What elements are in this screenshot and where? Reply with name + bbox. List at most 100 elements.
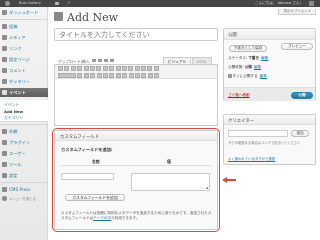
dashboard-icon <box>2 10 7 15</box>
comments-icon[interactable] <box>55 1 59 5</box>
publish-button[interactable]: 公開 <box>291 91 313 99</box>
post-title-input[interactable] <box>55 29 217 40</box>
sidebar-item-pages[interactable]: 固定ページ <box>0 55 48 64</box>
admin-bar: Rust Gallery + こんにちは、 takuma さん！ <box>0 0 320 7</box>
collapse-menu[interactable]: メニューを閉じる <box>0 194 48 203</box>
add-media-icon[interactable] <box>110 58 114 62</box>
fullscreen-icon[interactable] <box>141 66 147 71</box>
extra-icon[interactable] <box>153 66 159 71</box>
strikethrough-icon[interactable] <box>70 66 76 71</box>
wordpress-logo-icon[interactable] <box>5 1 10 6</box>
bullet-list-icon[interactable] <box>77 66 83 71</box>
remove-format-icon[interactable] <box>109 72 115 78</box>
sidebar-item-dashboard[interactable]: ダッシュボード <box>0 8 48 17</box>
menu-separator <box>0 124 48 125</box>
numbered-list-icon[interactable] <box>83 66 89 71</box>
sidebar-item-settings[interactable]: 設定 <box>0 171 48 180</box>
event-icon <box>2 90 7 95</box>
sidebar-item-comments[interactable]: コメント <box>0 66 48 75</box>
pin-icon <box>2 24 7 29</box>
schedule-row: すぐに公開する 編集 <box>228 74 267 79</box>
tab-html[interactable]: HTML <box>192 57 212 64</box>
help-icon[interactable] <box>154 72 160 78</box>
link-icon[interactable] <box>115 66 121 71</box>
creator-title: クリエイター <box>228 118 255 124</box>
page-icon <box>2 57 7 62</box>
post-content-editor[interactable] <box>54 64 218 126</box>
sidebar-item-label: 設定 <box>9 173 18 178</box>
bold-icon[interactable] <box>58 66 63 71</box>
events-submenu: イベント Add New カテゴリー <box>0 100 48 122</box>
menu-separator <box>0 19 48 20</box>
paste-text-icon[interactable] <box>96 72 102 78</box>
undo-icon[interactable] <box>141 72 147 78</box>
sidebar-item-plugins[interactable]: プラグイン <box>0 138 48 147</box>
sidebar-item-events[interactable]: イベント <box>0 88 48 97</box>
align-left-icon[interactable] <box>96 66 102 71</box>
format-select[interactable] <box>58 72 76 78</box>
sidebar-item-users[interactable]: ユーザー <box>0 149 48 158</box>
site-name-link[interactable]: Rust Gallery <box>19 1 41 5</box>
sidebar-item-gallery[interactable]: ギャラリー <box>0 77 48 86</box>
submenu-item-add-new[interactable]: Add New <box>4 109 23 114</box>
kitchen-sink-icon[interactable] <box>147 66 153 71</box>
blockquote-icon[interactable] <box>89 66 95 71</box>
cms-press-icon <box>2 187 7 192</box>
visibility-edit-link[interactable]: 編集 <box>254 65 261 69</box>
choose-popular-tags-link[interactable]: よく使われているタグから選択 <box>228 156 275 161</box>
unlink-icon[interactable] <box>121 66 127 71</box>
annotation-arrow-icon <box>222 177 236 183</box>
special-char-icon[interactable] <box>122 72 128 78</box>
underline-icon[interactable] <box>77 72 83 78</box>
status-edit-link[interactable]: 編集 <box>261 56 268 60</box>
users-icon <box>2 151 7 156</box>
new-content-plus-icon[interactable]: + <box>67 1 71 6</box>
add-video-icon[interactable] <box>98 58 102 62</box>
schedule-edit-link[interactable]: 編集 <box>260 74 267 78</box>
media-icon <box>2 35 7 40</box>
creator-tag-input[interactable] <box>228 130 288 137</box>
sidebar-item-cms-press[interactable]: CMS Press <box>0 185 48 194</box>
sidebar-item-label: 外観 <box>9 129 18 134</box>
justify-icon[interactable] <box>83 72 89 78</box>
spellcheck-icon[interactable] <box>134 66 140 71</box>
link-icon <box>2 46 7 51</box>
sidebar-item-appearance[interactable]: 外観 <box>0 127 48 136</box>
sidebar-item-tools[interactable]: ツール <box>0 160 48 169</box>
creator-header[interactable]: クリエイター <box>224 115 315 125</box>
text-color-icon[interactable] <box>90 72 96 78</box>
add-tag-button[interactable]: 追加 <box>291 130 309 137</box>
paste-word-icon[interactable] <box>102 72 108 78</box>
avatar[interactable] <box>309 1 314 6</box>
user-greeting[interactable]: こんにちは、 takuma さん！ <box>255 1 303 6</box>
move-to-trash-link[interactable]: ゴミ箱へ移動 <box>228 93 250 98</box>
italic-icon[interactable] <box>64 66 70 71</box>
more-tag-icon[interactable] <box>128 66 134 71</box>
menu-separator <box>0 182 48 183</box>
outdent-icon[interactable] <box>128 72 134 78</box>
preview-button[interactable]: プレビュー <box>281 43 313 50</box>
align-center-icon[interactable] <box>102 66 108 71</box>
submenu-item-category[interactable]: カテゴリー <box>4 115 23 121</box>
submenu-item-events[interactable]: イベント <box>4 102 19 108</box>
tools-icon <box>2 162 7 167</box>
publish-title: 公開 <box>228 33 237 38</box>
redo-icon[interactable] <box>147 72 153 78</box>
sidebar-item-posts[interactable]: 投稿 <box>0 22 48 31</box>
tab-visual[interactable]: ビジュアル <box>163 57 191 64</box>
indent-icon[interactable] <box>134 72 140 78</box>
add-image-icon[interactable] <box>92 58 96 62</box>
comment-icon <box>2 68 7 73</box>
align-right-icon[interactable] <box>109 66 115 71</box>
sidebar-item-links[interactable]: リンク <box>0 44 48 53</box>
screen-options-button[interactable]: 表示オプション ▾ <box>278 9 316 15</box>
visibility-row: 公開状態: 公開 編集 <box>228 65 261 70</box>
media-embed-icon[interactable] <box>115 72 121 78</box>
event-page-icon <box>54 12 63 21</box>
creator-box: クリエイター 追加 タグが複数ある場合はコンマで区切ってください よく使われてい… <box>223 114 316 165</box>
sidebar-item-label: メディア <box>9 35 26 40</box>
save-draft-button[interactable]: 下書きとして保存 <box>229 45 267 52</box>
sidebar-item-media[interactable]: メディア <box>0 33 48 42</box>
add-audio-icon[interactable] <box>104 58 108 62</box>
publish-header[interactable]: 公開 <box>224 29 315 40</box>
